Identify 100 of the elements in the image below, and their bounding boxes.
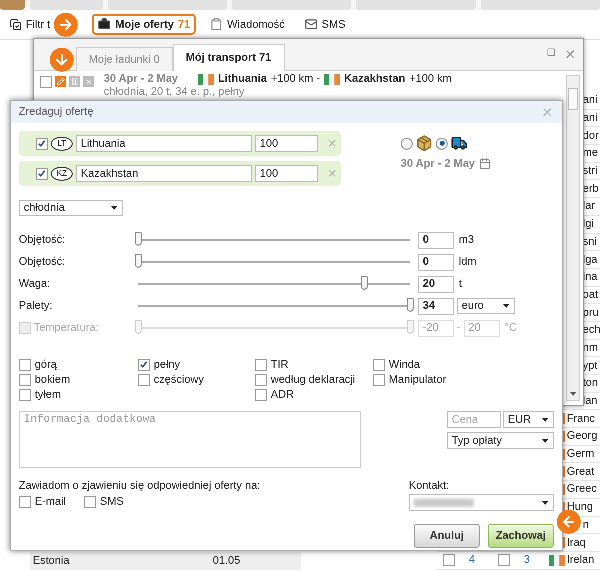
delete-button[interactable] xyxy=(83,76,94,87)
field-label: Objętość: xyxy=(19,234,66,246)
option-label: SMS xyxy=(100,496,124,508)
slider-thumb[interactable] xyxy=(360,276,368,290)
checkbox[interactable] xyxy=(373,358,385,370)
option-label: częściowy xyxy=(154,374,204,386)
field-label: Objętość: xyxy=(19,256,66,268)
option-label: tyłem xyxy=(35,388,62,400)
slider-thumb[interactable] xyxy=(407,298,414,312)
country-name: Irelan xyxy=(567,554,595,566)
option-label: bokiem xyxy=(35,374,70,386)
blurred-value xyxy=(414,498,474,506)
country-name: Greec xyxy=(567,483,597,496)
scrollbar-thumb[interactable] xyxy=(568,88,578,110)
payment-type-dropdown[interactable]: Typ opłaty xyxy=(447,432,554,449)
option-label: górą xyxy=(35,358,58,370)
range-separator: - xyxy=(457,322,461,334)
slider-thumb[interactable] xyxy=(135,254,142,268)
radio-button[interactable] xyxy=(401,138,413,150)
checkbox[interactable] xyxy=(84,496,96,508)
checkbox[interactable] xyxy=(255,374,267,386)
checkbox[interactable] xyxy=(255,358,267,370)
checkbox[interactable] xyxy=(36,138,48,150)
offer-count: 71 xyxy=(178,18,190,30)
caret-icon xyxy=(111,206,118,210)
country-name: erb xyxy=(583,182,599,195)
radius-text: +100 km - xyxy=(271,73,320,86)
unit-label: ldm xyxy=(459,256,477,268)
number-field[interactable]: 20 xyxy=(418,276,454,292)
unit-label: t xyxy=(459,278,462,290)
option-label: według deklaracji xyxy=(271,374,356,386)
checkbox[interactable] xyxy=(40,76,52,88)
checkbox[interactable] xyxy=(443,554,455,566)
close-icon xyxy=(327,168,338,179)
maximize-icon[interactable] xyxy=(547,48,556,57)
radius-field[interactable]: 100 xyxy=(255,135,318,152)
flag-icon xyxy=(198,74,214,85)
checkbox[interactable] xyxy=(19,374,31,386)
country-field[interactable]: Lithuania xyxy=(76,135,252,152)
tab[interactable]: Mój transport 71 xyxy=(172,44,285,71)
cancel-button[interactable]: Anuluj xyxy=(414,524,480,548)
scrollbar[interactable] xyxy=(566,75,580,401)
unit-dropdown[interactable]: euro xyxy=(457,298,515,314)
contact-label: Kontakt: xyxy=(409,480,450,492)
option-label: ADR xyxy=(271,388,294,400)
country-code: KZ xyxy=(51,166,73,180)
offer-dates: 30 Apr - 2 May xyxy=(104,73,178,86)
country-field[interactable]: Kazakhstan xyxy=(76,165,252,182)
close-icon[interactable] xyxy=(564,48,577,61)
checkbox[interactable] xyxy=(498,554,510,566)
pencil-icon xyxy=(56,78,64,86)
checkbox[interactable] xyxy=(138,358,150,370)
close-icon xyxy=(84,78,92,86)
notes-field[interactable]: Informacja dodatkowa xyxy=(19,411,361,468)
country-name: Franc xyxy=(567,412,596,425)
radio-button[interactable] xyxy=(436,138,448,150)
toolbar-button[interactable]: Moje oferty 71 xyxy=(92,14,196,35)
checkbox[interactable] xyxy=(19,496,31,508)
country-code: LT xyxy=(51,136,73,150)
contact-dropdown[interactable] xyxy=(409,494,554,511)
caret-icon[interactable] xyxy=(570,392,576,396)
number-field[interactable]: 0 xyxy=(418,254,454,270)
option-label: TIR xyxy=(271,358,289,370)
table-cell-text: Estonia xyxy=(33,555,71,567)
caret-icon xyxy=(542,500,549,504)
radius-text: +100 km xyxy=(409,73,452,86)
number-field[interactable]: 0 xyxy=(418,232,454,248)
count-link[interactable]: 3 xyxy=(524,554,530,566)
pause-button[interactable] xyxy=(69,76,80,87)
count-link[interactable]: 4 xyxy=(469,554,476,566)
calendar-icon[interactable] xyxy=(479,158,492,170)
checkbox[interactable] xyxy=(19,358,31,370)
number-field[interactable]: 34 xyxy=(418,298,454,314)
truck-icon xyxy=(451,135,468,152)
checkbox[interactable] xyxy=(255,388,267,400)
save-button[interactable]: Zachowaj xyxy=(488,524,554,548)
checkbox[interactable] xyxy=(138,374,150,386)
caret-icon xyxy=(542,418,549,422)
checkbox[interactable] xyxy=(19,388,31,400)
field-label: Waga: xyxy=(19,278,52,290)
price-field[interactable]: Cena xyxy=(447,411,501,428)
checkbox[interactable] xyxy=(36,168,48,180)
field-label: Palety: xyxy=(19,300,54,312)
slider-thumb[interactable] xyxy=(135,232,142,246)
checkbox[interactable] xyxy=(373,374,385,386)
currency-dropdown[interactable]: EUR xyxy=(503,411,554,428)
country-name: Hung xyxy=(567,501,594,514)
country-name: Kazakhstan xyxy=(344,73,406,86)
envelope-icon xyxy=(304,18,318,31)
edit-button[interactable] xyxy=(55,76,66,87)
close-icon xyxy=(327,138,338,149)
close-button[interactable] xyxy=(541,106,554,118)
radius-field[interactable]: 100 xyxy=(255,165,318,182)
option-label: Manipulator xyxy=(389,374,446,386)
body-type-dropdown[interactable]: chłodnia xyxy=(19,200,123,216)
country-name: ani xyxy=(583,112,598,124)
field-label: Temperatura: xyxy=(34,322,100,334)
country-name: Great xyxy=(567,466,595,478)
country-name: ani xyxy=(583,94,598,106)
option-label: E-mail xyxy=(35,496,66,508)
